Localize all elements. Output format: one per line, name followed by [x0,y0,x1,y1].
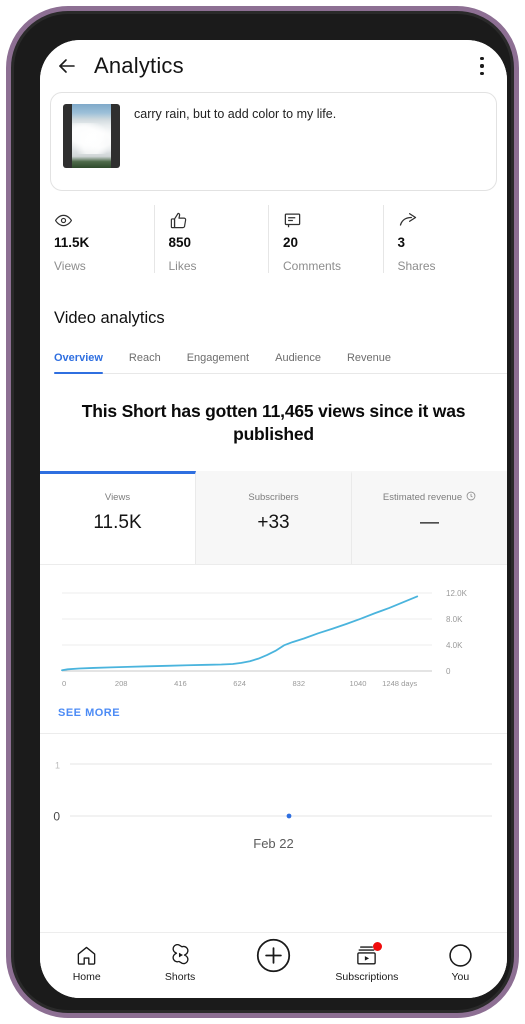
svg-text:1248 days: 1248 days [382,679,417,688]
tab-engagement[interactable]: Engagement [187,352,249,373]
stat-value: 20 [283,235,299,250]
notification-badge [373,942,383,951]
views-chart-block[interactable]: 0 4.0K 8.0K 12.0K 0 208 416 624 832 1040 1248 day… [40,565,507,734]
arrow-left-icon[interactable] [50,49,84,83]
subscribers-scatter-chart[interactable]: 01 [40,750,507,832]
subscriptions-icon [355,942,383,968]
svg-text:624: 624 [233,679,246,688]
chart-y-tick-labels: 0 4.0K 8.0K 12.0K [446,589,468,676]
nav-item-you[interactable]: You [414,942,507,983]
stat-value: 11.5K [54,235,90,250]
svg-text:4.0K: 4.0K [446,641,463,650]
share-icon [398,209,498,231]
svg-text:416: 416 [174,679,187,688]
chart2-y-tick-labels: 01 [53,760,60,823]
eye-icon [54,209,154,231]
stat-value: 3 [397,235,406,250]
app-header: Analytics [40,40,507,92]
nav-label: Subscriptions [335,971,399,983]
clock-icon [466,491,476,504]
stat-label: Comments [283,259,342,273]
video-caption: carry rain, but to add color to my life. [134,107,337,121]
stat-label: Views [54,259,86,273]
svg-text:0: 0 [446,667,451,676]
section-title: Video analytics [54,309,165,327]
phone-screen: Analytics carry rain, but to add color t… [40,40,507,998]
metric-card-row: Views 11.5K Subscribers +33 Estimated re… [40,470,507,565]
tab-audience[interactable]: Audience [275,352,321,373]
chart-x-tick-labels: 0 208 416 624 832 1040 1248 days [62,679,417,688]
thumbs-up-icon [169,209,269,231]
metric-label-text: Estimated revenue [382,491,463,503]
chart2-gridlines [70,763,492,817]
stat-likes[interactable]: 850 Likes [153,205,269,273]
nav-label: Home [72,971,101,983]
chart-gridlines [62,592,432,672]
phone-frame: Analytics carry rain, but to add color t… [6,6,519,1018]
chart-line-series [61,595,419,671]
nav-label: Shorts [164,971,196,983]
metric-card-subscribers[interactable]: Subscribers +33 [196,470,352,564]
nav-label: You [451,971,470,983]
subscribers-chart-block[interactable]: 01 Feb 22 [40,734,507,855]
chart2-data-point [286,813,292,818]
tab-reach[interactable]: Reach [129,352,161,373]
svg-text:0: 0 [53,809,60,823]
stat-comments[interactable]: 20 Comments [268,205,383,273]
tab-revenue[interactable]: Revenue [347,352,391,373]
cumulative-views-line-chart[interactable]: 0 4.0K 8.0K 12.0K 0 208 416 624 832 1040 1248 day… [40,579,507,699]
svg-text:832: 832 [292,679,305,688]
nav-item-subscriptions[interactable]: Subscriptions [320,942,413,983]
svg-text:1040: 1040 [350,679,367,688]
analytics-headline: This Short has gotten 11,465 views since… [81,401,466,445]
bottom-navigation-bar: Home Shorts Subscriptions You [40,932,507,998]
stat-shares[interactable]: 3 Shares [382,205,498,273]
svg-text:8.0K: 8.0K [446,615,463,624]
plus-circle-icon [255,938,292,972]
tab-overview[interactable]: Overview [54,352,103,374]
metric-card-views[interactable]: Views 11.5K [40,470,196,564]
see-more-link[interactable]: SEE MORE [58,707,120,719]
metric-label: Estimated revenue [383,491,476,504]
metric-value: — [420,511,439,533]
video-thumbnail[interactable] [63,104,120,168]
svg-text:208: 208 [115,679,128,688]
analytics-scroll-content[interactable]: carry rain, but to add color to my life.… [40,92,507,943]
svg-text:1: 1 [55,760,60,770]
stat-views[interactable]: 11.5K Views [50,205,154,273]
nav-item-shorts[interactable]: Shorts [133,942,226,983]
stat-label: Likes [168,259,197,273]
chart2-x-axis-label: Feb 22 [253,835,294,851]
stat-value: 850 [168,235,192,250]
page-title: Analytics [94,53,184,78]
account-circle-icon [448,942,473,968]
metric-label: Subscribers [248,491,299,503]
engagement-stats-row: 11.5K Views 850 Likes 20 Comments 3 Shar… [50,205,497,279]
metric-value: +33 [257,511,290,533]
nav-item-home[interactable]: Home [40,942,133,983]
svg-text:0: 0 [62,679,66,688]
metric-card-estimated-revenue[interactable]: Estimated revenue — [352,470,507,564]
svg-text:12.0K: 12.0K [446,589,468,598]
video-card[interactable]: carry rain, but to add color to my life. [50,92,497,191]
stat-label: Shares [397,259,436,273]
nav-item-create[interactable] [227,938,320,972]
analytics-tabs: Overview Reach Engagement Audience Reven… [54,352,507,374]
more-vertical-icon[interactable] [471,53,493,79]
home-icon [75,942,98,968]
comment-icon [283,209,383,231]
metric-label: Views [104,491,131,503]
metric-value: 11.5K [93,511,142,533]
shorts-icon [169,942,192,968]
